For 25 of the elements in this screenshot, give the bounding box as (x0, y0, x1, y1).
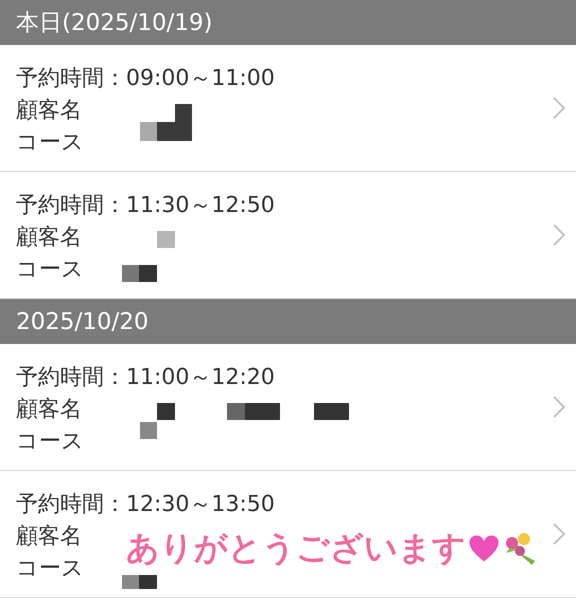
appointment-row[interactable]: 予約時間：09:00～11:00 顧客名 コース (0, 45, 576, 172)
course-label: コース (16, 428, 84, 456)
customer-name-label: 顧客名 (16, 523, 82, 551)
chevron-right-icon (552, 395, 566, 419)
chevron-right-icon (552, 522, 566, 546)
mosaic-drawing (122, 575, 157, 589)
course-label: コース (16, 555, 84, 583)
customer-name-label: 顧客名 (16, 396, 82, 424)
reservation-time: 予約時間：11:30～12:50 (16, 192, 275, 220)
course-label: コース (16, 129, 84, 157)
chevron-right-icon (552, 96, 566, 120)
customer-name-label: 顧客名 (16, 224, 82, 252)
chevron-right-icon (552, 223, 566, 247)
date-heading: 2025/10/20 (0, 299, 576, 344)
reservation-time: 予約時間：12:30～13:50 (16, 491, 275, 519)
reservation-time: 予約時間：11:00～12:20 (16, 364, 275, 392)
sticker-text: ありがとうございます (126, 527, 466, 569)
customer-name-label: 顧客名 (16, 97, 82, 125)
mosaic-drawing (122, 231, 175, 282)
date-heading: 本日(2025/10/19) (0, 0, 576, 45)
mosaic-drawing (140, 104, 192, 141)
course-label: コース (16, 256, 84, 284)
heart-icon (468, 534, 500, 564)
reservation-time: 予約時間：09:00～11:00 (16, 65, 275, 93)
appointment-row[interactable]: 予約時間：11:00～12:20 顧客名 コース (0, 344, 576, 471)
